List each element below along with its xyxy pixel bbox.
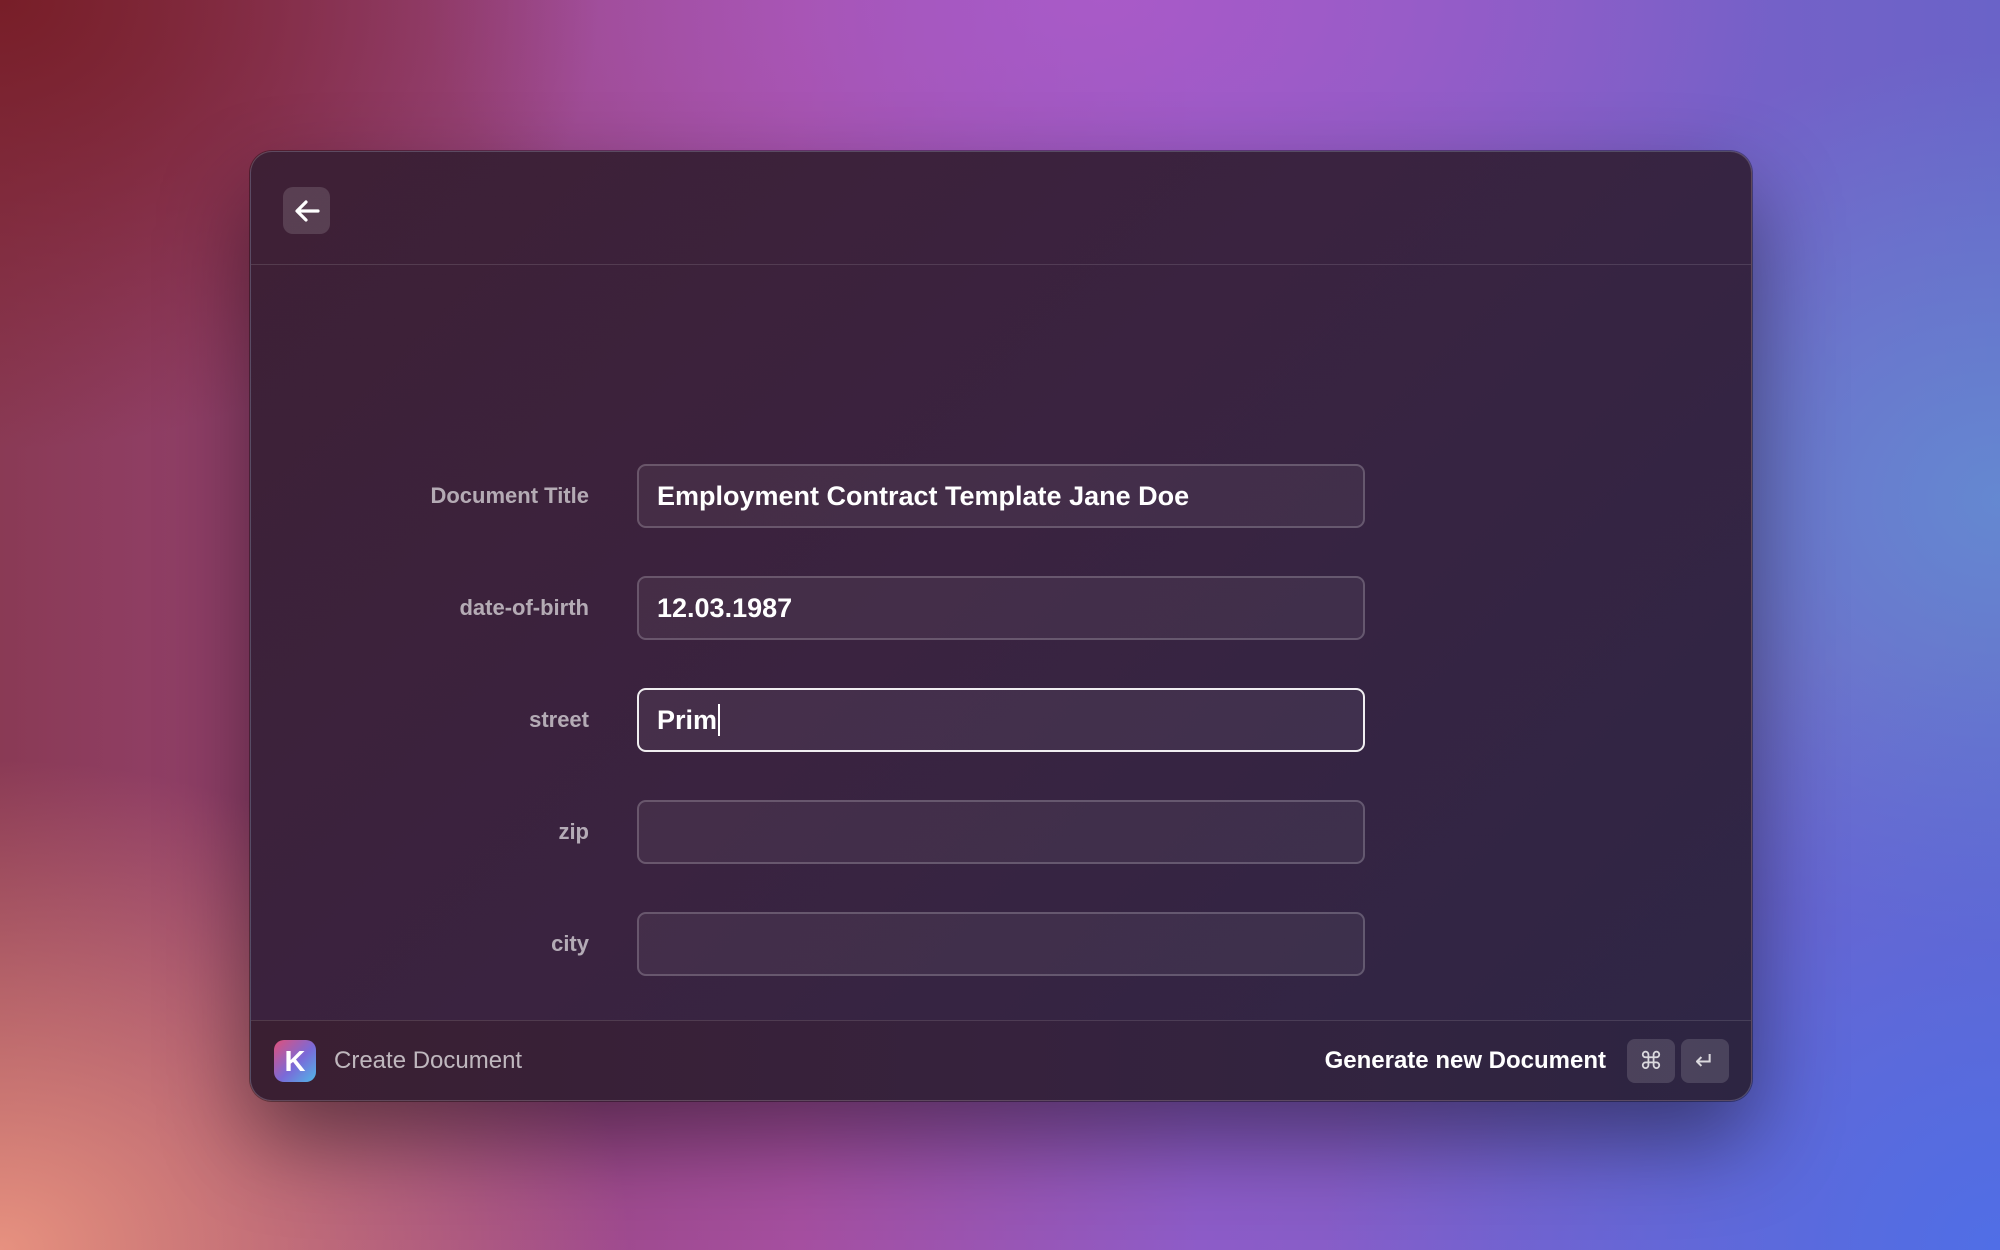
field-label: Document Title: [430, 483, 589, 508]
field-label: zip: [558, 819, 589, 844]
field-row-date-of-birth: date-of-birth 12.03.1987: [251, 576, 1751, 640]
arrow-left-icon: [294, 199, 320, 222]
street-input-value: Prim: [657, 705, 718, 735]
return-key-icon: ↵: [1681, 1039, 1729, 1083]
app-logo-icon: K: [274, 1040, 316, 1082]
generate-new-document-button[interactable]: Generate new Document: [1325, 1021, 1606, 1100]
field-label: city: [551, 931, 589, 956]
form-viewport[interactable]: Document Title Employment Contract Templ…: [251, 265, 1751, 1100]
create-document-window: Document Title Employment Contract Templ…: [250, 151, 1752, 1101]
city-input[interactable]: [637, 912, 1365, 976]
app-name: Create Document: [334, 1047, 523, 1074]
back-button[interactable]: [283, 187, 330, 234]
field-row-document-title: Document Title Employment Contract Templ…: [251, 464, 1751, 528]
field-label: street: [529, 707, 589, 732]
field-label: date-of-birth: [459, 595, 589, 620]
field-row-zip: zip: [251, 800, 1751, 864]
field-row-street: street Prim: [251, 688, 1751, 752]
field-row-city: city: [251, 912, 1751, 976]
street-input[interactable]: Prim: [637, 688, 1365, 752]
document-form: Document Title Employment Contract Templ…: [251, 265, 1751, 1100]
zip-input[interactable]: [637, 800, 1365, 864]
command-key-icon: ⌘: [1627, 1039, 1675, 1083]
window-header: [251, 152, 1751, 265]
date-of-birth-input[interactable]: 12.03.1987: [637, 576, 1365, 640]
action-bar: K Create Document Generate new Document …: [251, 1020, 1751, 1100]
text-caret: [718, 703, 721, 736]
document-title-input[interactable]: Employment Contract Template Jane Doe: [637, 464, 1365, 528]
svg-text:K: K: [285, 1046, 306, 1078]
